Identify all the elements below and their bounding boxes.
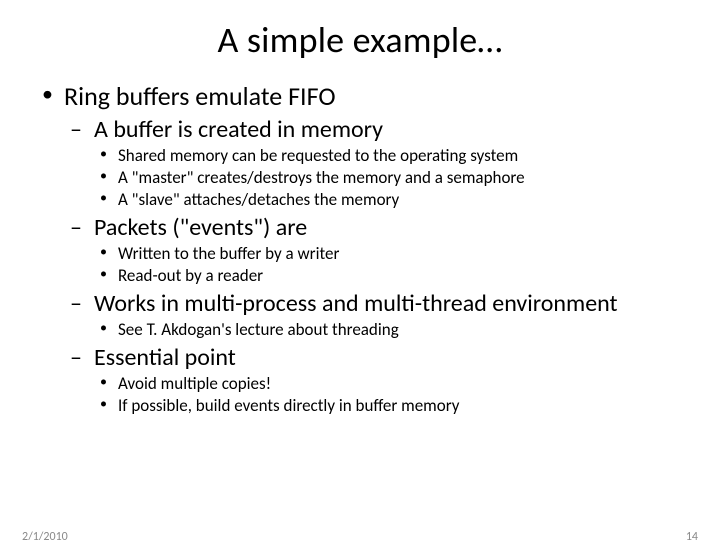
bullet-text: Works in multi-process and multi-thread … [94, 289, 618, 318]
bullet-text: Avoid multiple copies! [118, 373, 271, 394]
slide-body: Ring buffers emulate FIFO A buffer is cr… [0, 80, 720, 417]
bullet-l3: Written to the buffer by a writer [94, 243, 686, 265]
bullet-l2: Works in multi-process and multi-thread … [64, 289, 686, 341]
bullet-l3: A "master" creates/destroys the memory a… [94, 167, 686, 189]
bullet-text: If possible, build events directly in bu… [118, 395, 459, 416]
bullet-text: See T. Akdogan's lecture about threading [118, 319, 399, 340]
bullet-l3: Shared memory can be requested to the op… [94, 145, 686, 167]
bullet-list: Ring buffers emulate FIFO A buffer is cr… [34, 80, 686, 417]
bullet-list-l3: Shared memory can be requested to the op… [94, 145, 686, 211]
slide-title: A simple example… [0, 18, 720, 62]
bullet-l3: See T. Akdogan's lecture about threading [94, 319, 686, 341]
bullet-l3: Avoid multiple copies! [94, 373, 686, 395]
footer-page-number: 14 [686, 530, 698, 540]
bullet-list-l3: Avoid multiple copies! If possible, buil… [94, 373, 686, 417]
bullet-l3: If possible, build events directly in bu… [94, 395, 686, 417]
bullet-l2: Packets ("events") are Written to the bu… [64, 213, 686, 287]
bullet-list-l3: See T. Akdogan's lecture about threading [94, 319, 686, 341]
bullet-text: Ring buffers emulate FIFO [64, 80, 336, 112]
bullet-text: Shared memory can be requested to the op… [118, 145, 518, 166]
bullet-text: A buffer is created in memory [94, 115, 383, 144]
bullet-text: Essential point [94, 343, 236, 372]
bullet-text: A "slave" attaches/detaches the memory [118, 189, 399, 210]
bullet-l3: A "slave" attaches/detaches the memory [94, 189, 686, 211]
bullet-l2: Essential point Avoid multiple copies! I… [64, 343, 686, 417]
bullet-list-l2: A buffer is created in memory Shared mem… [64, 115, 686, 418]
bullet-l3: Read-out by a reader [94, 265, 686, 287]
bullet-text: Packets ("events") are [94, 213, 307, 242]
footer-date: 2/1/2010 [22, 530, 68, 540]
bullet-text: Written to the buffer by a writer [118, 243, 339, 264]
bullet-text: Read-out by a reader [118, 265, 263, 286]
bullet-l2: A buffer is created in memory Shared mem… [64, 115, 686, 211]
bullet-list-l3: Written to the buffer by a writer Read-o… [94, 243, 686, 287]
bullet-text: A "master" creates/destroys the memory a… [118, 167, 525, 188]
slide: A simple example… Ring buffers emulate F… [0, 18, 720, 540]
bullet-l1: Ring buffers emulate FIFO A buffer is cr… [34, 80, 686, 417]
